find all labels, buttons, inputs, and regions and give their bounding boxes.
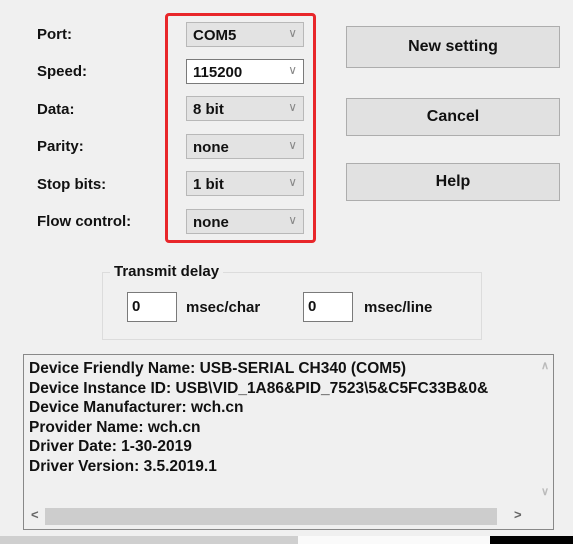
flow-control-label: Flow control:: [37, 213, 132, 230]
info-line: Device Instance ID: USB\VID_1A86&PID_752…: [29, 379, 489, 397]
scroll-up-icon[interactable]: ∧: [541, 359, 549, 372]
parity-label: Parity:: [37, 138, 84, 155]
char-delay-input[interactable]: 0: [127, 292, 177, 322]
scroll-down-icon[interactable]: ∨: [541, 485, 549, 498]
device-info-box[interactable]: Device Friendly Name: USB-SERIAL CH340 (…: [23, 354, 554, 530]
info-line: Driver Date: 1-30-2019: [29, 438, 192, 455]
char-delay-unit: msec/char: [186, 299, 261, 316]
new-setting-button[interactable]: New setting: [346, 26, 560, 68]
line-delay-unit: msec/line: [364, 299, 433, 316]
help-button[interactable]: Help: [346, 163, 560, 201]
stop-bits-label: Stop bits:: [37, 176, 107, 193]
speed-label: Speed:: [37, 63, 88, 80]
bottom-strip-dark: [490, 536, 573, 544]
bottom-strip-light: [298, 536, 490, 544]
bottom-strip: [0, 536, 298, 544]
horizontal-scrollbar[interactable]: < >: [24, 506, 529, 526]
highlight-box: [165, 13, 316, 243]
cancel-button[interactable]: Cancel: [346, 98, 560, 136]
info-line: Device Friendly Name: USB-SERIAL CH340 (…: [29, 360, 406, 377]
info-line: Provider Name: wch.cn: [29, 418, 201, 436]
info-line: Device Manufacturer: wch.cn: [29, 399, 244, 416]
info-line: Driver Version: 3.5.2019.1: [29, 457, 217, 475]
transmit-delay-title: Transmit delay: [110, 263, 224, 280]
data-label: Data:: [37, 101, 75, 118]
scroll-left-icon[interactable]: <: [31, 507, 39, 522]
scroll-right-icon[interactable]: >: [514, 507, 522, 522]
line-delay-input[interactable]: 0: [303, 292, 353, 322]
port-label: Port:: [37, 26, 72, 43]
scrollbar-thumb[interactable]: [45, 508, 497, 525]
